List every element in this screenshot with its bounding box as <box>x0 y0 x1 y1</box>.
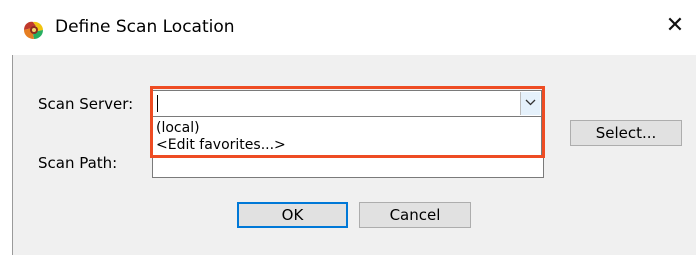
dropdown-option-edit-favorites[interactable]: <Edit favorites...> <box>156 137 286 153</box>
window-title: Define Scan Location <box>55 17 235 37</box>
select-button[interactable]: Select... <box>570 120 682 146</box>
scan-server-label: Scan Server: <box>38 95 134 113</box>
scan-server-dropdown-list: (local) <Edit favorites...> <box>152 117 542 158</box>
define-scan-location-dialog: Define Scan Location ✕ Scan Server: (loc… <box>0 0 696 255</box>
scan-server-combobox[interactable] <box>152 90 542 117</box>
close-icon[interactable]: ✕ <box>664 14 686 38</box>
dropdown-button[interactable] <box>520 92 540 115</box>
ok-button[interactable]: OK <box>237 202 348 228</box>
chevron-down-icon <box>525 99 536 106</box>
scanner-app-icon <box>22 18 46 42</box>
cancel-button[interactable]: Cancel <box>359 202 471 228</box>
title-bar: Define Scan Location ✕ <box>0 0 696 55</box>
dropdown-option-local[interactable]: (local) <box>156 120 200 136</box>
text-caret <box>157 95 158 112</box>
scan-path-input[interactable] <box>152 158 544 178</box>
scan-path-label: Scan Path: <box>38 154 118 172</box>
